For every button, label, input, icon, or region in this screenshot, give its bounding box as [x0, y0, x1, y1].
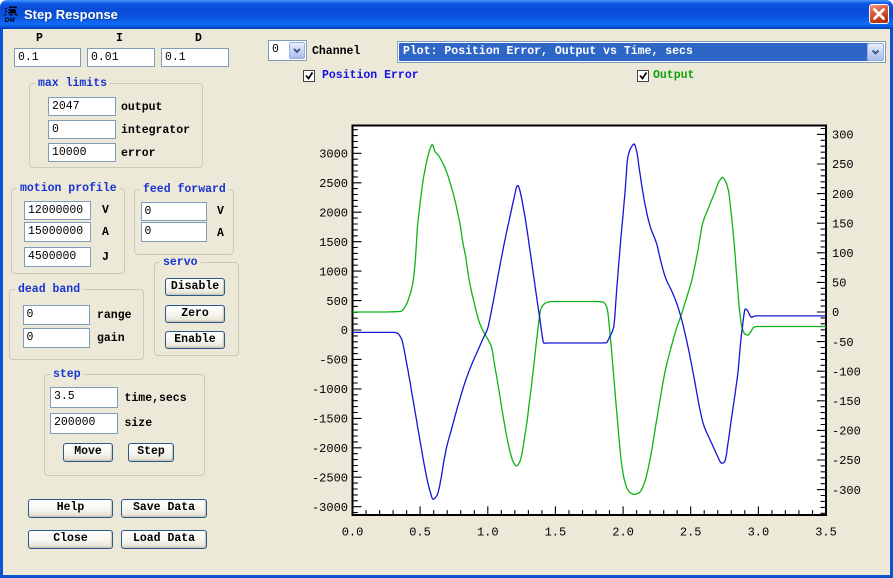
svg-text:200: 200	[832, 188, 854, 202]
svg-text:-2500: -2500	[312, 471, 348, 485]
svg-text:3.0: 3.0	[748, 526, 770, 540]
svg-text:-2000: -2000	[312, 442, 348, 456]
svg-text:-200: -200	[832, 425, 861, 439]
svg-text:-3000: -3000	[312, 501, 348, 515]
svg-text:100: 100	[832, 247, 854, 261]
svg-text:2500: 2500	[319, 177, 348, 191]
svg-text:1500: 1500	[319, 236, 348, 250]
svg-text:2.5: 2.5	[680, 526, 702, 540]
svg-text:0.5: 0.5	[409, 526, 431, 540]
svg-text:-300: -300	[832, 484, 861, 498]
svg-text:-100: -100	[832, 365, 861, 379]
svg-text:150: 150	[832, 217, 854, 231]
svg-text:3.5: 3.5	[815, 526, 837, 540]
svg-text:1000: 1000	[319, 265, 348, 279]
svg-text:-150: -150	[832, 395, 861, 409]
svg-text:-500: -500	[319, 354, 348, 368]
svg-text:300: 300	[832, 129, 854, 143]
svg-text:1.0: 1.0	[477, 526, 499, 540]
svg-text:0: 0	[341, 324, 348, 338]
svg-text:-50: -50	[832, 336, 854, 350]
svg-text:500: 500	[326, 295, 348, 309]
svg-text:50: 50	[832, 277, 846, 291]
svg-text:1.5: 1.5	[545, 526, 567, 540]
svg-text:0: 0	[832, 306, 839, 320]
svg-text:-1500: -1500	[312, 413, 348, 427]
svg-text:-1000: -1000	[312, 383, 348, 397]
svg-text:DM: DM	[5, 17, 16, 23]
svg-text:2000: 2000	[319, 206, 348, 220]
svg-text:250: 250	[832, 158, 854, 172]
svg-text:0.0: 0.0	[342, 526, 364, 540]
svg-text:-250: -250	[832, 454, 861, 468]
svg-text:2.0: 2.0	[612, 526, 634, 540]
svg-text:3000: 3000	[319, 148, 348, 162]
